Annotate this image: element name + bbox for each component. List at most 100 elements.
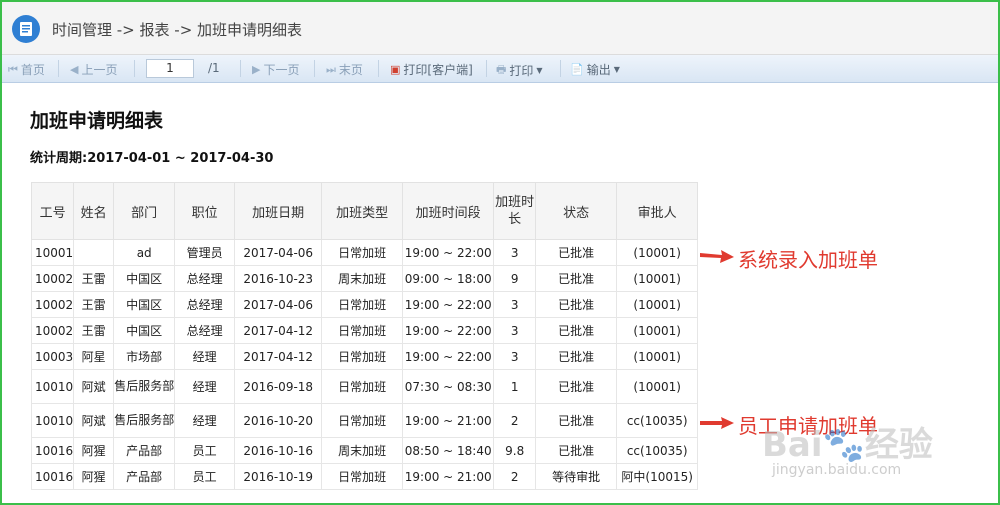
first-page-icon: ⏮ [8,62,18,76]
report-toolbar: ⏮ 首页 ◀ 上一页 1 /1 ▶ 下一页 ⏭ 末页 ▣ 打印[客户端] 🖶 打印 ▼ 📄 输出… [2,55,998,83]
table-cell: 3 [493,343,537,370]
table-cell: 市场部 [113,343,176,370]
table-cell: 9.8 [493,437,537,464]
watermark-url: jingyan.baidu.com [772,462,902,478]
report-period: 统计周期:2017-04-01 ~ 2017-04-30 [30,151,274,166]
table-cell: 总经理 [174,317,236,344]
table-cell: 2017-04-06 [234,291,323,318]
table-cell: (10001) [616,239,699,266]
table-cell: 日常加班 [321,369,404,404]
report-title: 加班申请明细表 [30,110,164,132]
overtime-table: 工号 姓名 部门 职位 加班日期 加班类型 加班时间段 加班时长 状态 审批人 10001 ad 管理… [30,182,699,490]
table-row: 10002 王雷 中国区 总经理 2017-04-06 日常加班 19:00 ~ 22:00… [30,291,699,318]
column-header: 职位 [174,182,236,240]
table-cell: 总经理 [174,265,236,292]
table-cell: 19:00 ~ 21:00 [402,403,495,438]
table-cell: 已批准 [535,437,618,464]
app-window: 时间管理 -> 报表 -> 加班申请明细表 ⏮ 首页 ◀ 上一页 1 /1 ▶ 下一页… [0,0,1000,505]
prev-page-button[interactable]: ◀ 上一页 [70,61,117,78]
toolbar-divider [560,60,561,77]
prev-page-icon: ◀ [70,63,79,76]
table-cell: 已批准 [535,291,618,318]
column-header: 加班日期 [234,182,323,240]
printer-icon: 🖶 [496,63,507,76]
table-cell: 19:00 ~ 22:00 [402,343,495,370]
first-page-label: 首页 [20,63,45,77]
table-cell: 员工 [174,437,236,464]
column-header: 审批人 [616,182,699,240]
table-cell: 产品部 [113,463,176,490]
table-cell: 阿猩 [73,437,115,464]
table-row: 10001 ad 管理员 2017-04-06 日常加班 19:00 ~ 22:00 3 已批… [30,239,699,266]
table-cell: 10010 [30,369,75,404]
table-cell: 日常加班 [321,239,404,266]
last-page-icon: ⏭ [326,62,336,76]
table-cell: 已批准 [535,369,618,404]
toolbar-divider [486,60,487,77]
table-cell: 王雷 [73,265,115,292]
table-cell: 售后服务部 [113,369,176,404]
column-header: 部门 [113,182,176,240]
table-cell: 阿中(10015) [616,463,699,490]
print-client-button[interactable]: ▣ 打印[客户端] [390,61,473,78]
last-page-button[interactable]: ⏭ 末页 [326,61,363,78]
page-number-input[interactable]: 1 [146,59,194,78]
table-cell: 中国区 [113,317,176,344]
table-cell: 10010 [30,403,75,438]
next-page-button[interactable]: ▶ 下一页 [252,61,299,78]
table-cell: 已批准 [535,403,618,438]
table-cell: 3 [493,239,537,266]
table-cell: (10001) [616,265,699,292]
export-dropdown-button[interactable]: 📄 输出 ▼ [570,61,620,78]
system-entry-annotation: 系统录入加班单 [738,248,878,272]
export-label: 输出 [586,63,611,77]
export-icon: 📄 [570,63,584,76]
table-cell: 10002 [30,265,75,292]
table-cell: (10001) [616,291,699,318]
table-cell: 2 [493,463,537,490]
chevron-down-icon: ▼ [536,66,543,75]
column-header: 工号 [30,182,75,240]
table-cell: 经理 [174,403,236,438]
next-page-icon: ▶ [252,63,261,76]
table-cell: 10001 [30,239,75,266]
table-cell: 2017-04-06 [234,239,323,266]
table-cell: 2016-09-18 [234,369,323,404]
table-cell: 10002 [30,317,75,344]
table-cell: 10003 [30,343,75,370]
print-client-icon: ▣ [390,63,401,76]
print-dropdown-button[interactable]: 🖶 打印 ▼ [496,61,543,80]
column-header: 状态 [535,182,618,240]
table-header-row: 工号 姓名 部门 职位 加班日期 加班类型 加班时间段 加班时长 状态 审批人 [30,182,699,240]
table-cell: 经理 [174,343,236,370]
toolbar-divider [58,60,59,77]
report-app-icon [12,15,40,43]
toolbar-divider [134,60,135,77]
table-cell: 08:50 ~ 18:40 [402,437,495,464]
print-client-label: 打印[客户端] [403,63,473,77]
table-cell [73,239,115,266]
table-cell: 售后服务部 [113,403,176,438]
column-header: 加班时长 [493,182,537,240]
baidu-watermark-logo: Bai🐾经验 [762,425,933,465]
table-cell: 日常加班 [321,317,404,344]
column-header: 加班时间段 [402,182,495,240]
column-header: 姓名 [73,182,115,240]
table-row: 10010 阿斌 售后服务部 经理 2016-09-18 日常加班 07:30 ~ 08:3… [30,369,699,404]
table-cell: 19:00 ~ 22:00 [402,317,495,344]
table-row: 10002 王雷 中国区 总经理 2016-10-23 周末加班 09:00 ~ 18:00… [30,265,699,292]
first-page-button[interactable]: ⏮ 首页 [8,61,45,78]
table-cell: 阿猩 [73,463,115,490]
table-cell: 2017-04-12 [234,317,323,344]
table-cell: 10002 [30,291,75,318]
table-cell: 已批准 [535,343,618,370]
table-row: 10016 阿猩 产品部 员工 2016-10-19 日常加班 19:00 ~ 21:00 2… [30,463,699,490]
toolbar-divider [378,60,379,77]
arrow-icon [700,250,734,263]
table-cell: 3 [493,291,537,318]
table-cell: cc(10035) [616,437,699,464]
table-cell: 3 [493,317,537,344]
table-cell: 10016 [30,463,75,490]
column-header: 加班类型 [321,182,404,240]
last-page-label: 末页 [338,63,363,77]
